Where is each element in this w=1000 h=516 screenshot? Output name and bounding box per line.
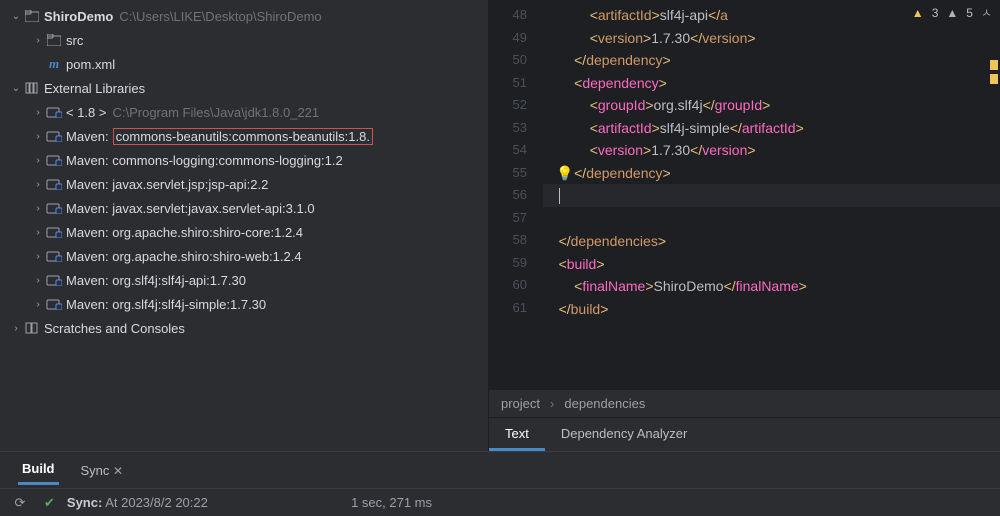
maven-icon: m <box>46 56 62 72</box>
chevron-right-icon: › <box>550 396 554 411</box>
library-icon <box>46 298 62 310</box>
tree-item-library[interactable]: ›Maven: org.apache.shiro:shiro-web:1.2.4 <box>0 244 488 268</box>
tab-build[interactable]: Build <box>18 455 59 485</box>
chevron-right-icon[interactable]: › <box>30 107 46 118</box>
close-icon[interactable]: ✕ <box>113 464 123 478</box>
chevron-right-icon[interactable]: › <box>30 227 46 238</box>
project-root[interactable]: ⌄ ShiroDemo C:\Users\LIKE\Desktop\ShiroD… <box>0 4 488 28</box>
code-area[interactable]: <artifactId>slf4j-api</a <version>1.7.30… <box>537 0 1000 389</box>
chevron-right-icon[interactable]: › <box>30 299 46 310</box>
project-tree[interactable]: ⌄ ShiroDemo C:\Users\LIKE\Desktop\ShiroD… <box>0 0 488 451</box>
breadcrumb-item[interactable]: project <box>501 396 540 411</box>
tree-item-library[interactable]: ›Maven: javax.servlet:javax.servlet-api:… <box>0 196 488 220</box>
scratches-consoles[interactable]: › Scratches and Consoles <box>0 316 488 340</box>
tree-item-library[interactable]: ›Maven: javax.servlet.jsp:jsp-api:2.2 <box>0 172 488 196</box>
chevron-right-icon[interactable]: › <box>30 251 46 262</box>
folder-icon <box>46 34 62 46</box>
tree-item-library[interactable]: ›Maven:commons-beanutils:commons-beanuti… <box>0 124 488 148</box>
library-icon <box>46 250 62 262</box>
external-libraries[interactable]: ⌄ External Libraries <box>0 76 488 100</box>
editor-sub-tabs: Text Dependency Analyzer <box>489 417 1000 451</box>
breadcrumb-item[interactable]: dependencies <box>564 396 645 411</box>
library-icon <box>46 274 62 286</box>
sync-message: Sync: At 2023/8/2 20:22 <box>67 495 208 510</box>
bottom-tabs: Build Sync ✕ <box>0 452 1000 488</box>
library-icon <box>46 202 62 214</box>
editor: 4849505152535455565758596061 <artifactId… <box>489 0 1000 451</box>
more-icon[interactable]: ㅅ <box>981 4 992 21</box>
refresh-icon[interactable]: ⟳ <box>8 495 32 511</box>
project-path: C:\Users\LIKE\Desktop\ShiroDemo <box>119 9 321 24</box>
tree-item-library[interactable]: ›< 1.8 >C:\Program Files\Java\jdk1.8.0_2… <box>0 100 488 124</box>
library-icon <box>46 106 62 118</box>
library-icon <box>46 178 62 190</box>
inspection-widget[interactable]: ▲3 ▲5 ㅅ <box>912 4 992 21</box>
warning-icon: ▲ <box>912 6 924 20</box>
project-name: ShiroDemo <box>44 9 113 24</box>
chevron-right-icon[interactable]: › <box>30 35 46 46</box>
tree-item-pom[interactable]: m pom.xml <box>0 52 488 76</box>
chevron-right-icon[interactable]: › <box>30 203 46 214</box>
library-icon <box>46 226 62 238</box>
scratch-icon <box>24 322 40 334</box>
library-icon <box>24 82 40 94</box>
sync-duration: 1 sec, 271 ms <box>351 495 432 510</box>
tab-dependency-analyzer[interactable]: Dependency Analyzer <box>545 418 703 451</box>
sync-status-row: ⟳ ✔ Sync: At 2023/8/2 20:22 1 sec, 271 m… <box>0 488 1000 516</box>
chevron-down-icon[interactable]: ⌄ <box>8 11 24 22</box>
chevron-right-icon[interactable]: › <box>30 275 46 286</box>
chevron-right-icon[interactable]: › <box>30 131 46 142</box>
breadcrumbs[interactable]: project › dependencies <box>489 389 1000 417</box>
tab-sync[interactable]: Sync ✕ <box>77 457 128 484</box>
tree-item-library[interactable]: ›Maven: commons-logging:commons-logging:… <box>0 148 488 172</box>
weak-warning-icon: ▲ <box>946 6 958 20</box>
folder-icon <box>24 10 40 22</box>
tree-item-library[interactable]: ›Maven: org.slf4j:slf4j-simple:1.7.30 <box>0 292 488 316</box>
chevron-down-icon[interactable]: ⌄ <box>8 83 24 94</box>
chevron-right-icon[interactable]: › <box>30 179 46 190</box>
tree-item-src[interactable]: › src <box>0 28 488 52</box>
tab-text[interactable]: Text <box>489 418 545 451</box>
library-icon <box>46 154 62 166</box>
bottom-panel: Build Sync ✕ ⟳ ✔ Sync: At 2023/8/2 20:22… <box>0 451 1000 516</box>
tree-item-library[interactable]: ›Maven: org.apache.shiro:shiro-core:1.2.… <box>0 220 488 244</box>
error-stripe[interactable] <box>990 60 1000 84</box>
library-icon <box>46 130 62 142</box>
chevron-right-icon[interactable]: › <box>8 323 24 334</box>
chevron-right-icon[interactable]: › <box>30 155 46 166</box>
check-icon: ✔ <box>44 495 55 511</box>
line-gutter: 4849505152535455565758596061 <box>489 0 537 389</box>
tree-item-library[interactable]: ›Maven: org.slf4j:slf4j-api:1.7.30 <box>0 268 488 292</box>
lightbulb-icon[interactable]: 💡 <box>556 162 573 185</box>
